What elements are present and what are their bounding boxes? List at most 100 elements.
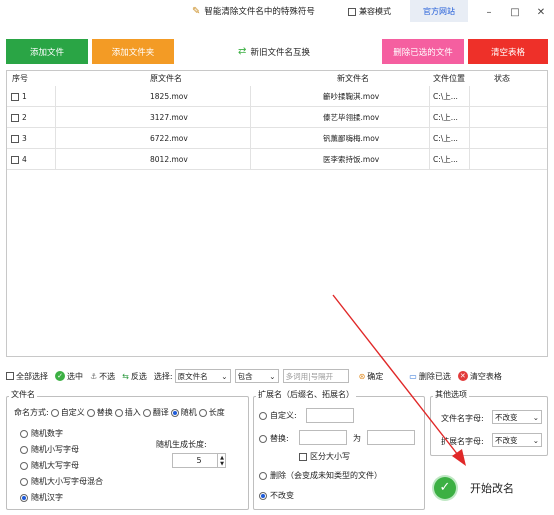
random-hanzi-label: 随机汉字: [31, 493, 63, 502]
row-checkbox[interactable]: [11, 155, 19, 164]
row-index: 4: [22, 155, 27, 164]
clear-table-toolbar-button[interactable]: ✕ 清空表格: [457, 371, 502, 382]
row-original-name: 8012.mov: [150, 155, 188, 164]
add-folder-button[interactable]: 添加文件夹: [92, 39, 174, 64]
delete-selected-files-button[interactable]: 删除已选的文件: [382, 39, 464, 64]
delete-selected-button[interactable]: ▭ 删除已选: [409, 371, 451, 382]
file-table: 序号 原文件名 新文件名 文件位置 状态 1 1825.mov 籪吵揉鞠淇.mo…: [6, 70, 548, 357]
official-site-link[interactable]: 官方网站: [410, 0, 468, 22]
ext-case-select[interactable]: 不改变 ⌄: [492, 433, 542, 447]
add-file-button[interactable]: 添加文件: [6, 39, 88, 64]
naming-mode-row: 命名方式: 自定义 替换 插入 翻译 随机 长度: [14, 407, 225, 418]
unselect-button[interactable]: ⚓ 不选: [90, 371, 115, 382]
maximize-button[interactable]: □: [502, 3, 528, 21]
start-check-icon: ✓: [434, 476, 456, 499]
clear-table-button[interactable]: 清空表格: [468, 39, 548, 64]
mode-radio-insert[interactable]: [114, 408, 123, 417]
case-sensitive-checkbox[interactable]: 区分大小写: [299, 451, 350, 462]
mode-radio-translate[interactable]: [142, 408, 151, 417]
invert-button[interactable]: ⇆ 反选: [122, 371, 147, 382]
mode-radio-replace[interactable]: [86, 408, 95, 417]
spin-down-icon[interactable]: ▼: [220, 461, 224, 467]
ext-unchanged-option[interactable]: 不改变: [259, 490, 294, 501]
ext-replace-to-label: 为: [353, 434, 361, 443]
name-case-select[interactable]: 不改变 ⌄: [492, 410, 542, 424]
row-location: C:\上...: [433, 155, 458, 164]
ext-replace-option[interactable]: 替换:: [259, 433, 289, 444]
row-location: C:\上...: [433, 92, 458, 101]
mode-radio-random[interactable]: [170, 408, 179, 417]
mode-radio-custom[interactable]: [50, 408, 59, 417]
random-option-hanzi[interactable]: 随机汉字: [20, 492, 63, 503]
random-digits-radio[interactable]: [20, 429, 28, 438]
delete-selected-label: 删除已选: [418, 371, 451, 381]
ext-delete-option[interactable]: 删除（会变成未知类型的文件）: [259, 470, 382, 481]
match-select[interactable]: 包含 ⌄: [234, 369, 279, 383]
ext-replace-radio[interactable]: [259, 434, 267, 443]
random-hanzi-radio[interactable]: [20, 493, 28, 502]
ext-custom-input[interactable]: [306, 408, 354, 423]
case-sensitive-box[interactable]: [299, 452, 307, 461]
random-option-digits[interactable]: 随机数字: [20, 428, 63, 439]
table-row[interactable]: 4 8012.mov 医李索持饭.mov C:\上...: [7, 149, 547, 170]
table-row[interactable]: 3 6722.mov 钒薰鄙嗨梅.mov C:\上...: [7, 128, 547, 149]
swap-names-label: 新旧文件名互换: [250, 47, 310, 58]
select-all-box[interactable]: [6, 372, 14, 380]
random-digits-label: 随机数字: [31, 429, 63, 438]
delete-icon: ▭: [409, 371, 417, 381]
unselect-label: 不选: [99, 371, 116, 381]
ext-replace-to-input[interactable]: [367, 430, 415, 445]
compat-label: 兼容模式: [359, 7, 391, 16]
swap-names-button[interactable]: ⇄ 新旧文件名互换: [228, 39, 320, 64]
minimize-button[interactable]: –: [476, 3, 502, 21]
row-checkbox[interactable]: [11, 92, 19, 101]
start-rename-button[interactable]: ✓ 开始改名: [430, 465, 548, 510]
ext-custom-radio[interactable]: [259, 411, 267, 420]
row-original-name: 3127.mov: [150, 113, 188, 122]
select-button[interactable]: ✓ 选中: [55, 371, 83, 382]
ext-custom-option[interactable]: 自定义:: [259, 410, 297, 421]
row-checkbox[interactable]: [11, 134, 19, 143]
ext-custom-label: 自定义:: [270, 411, 297, 420]
random-option-lower[interactable]: 随机小写字母: [20, 444, 79, 455]
clear-icon: ✕: [457, 371, 468, 381]
select-all-checkbox[interactable]: 全部选择: [6, 371, 48, 382]
compat-checkbox-box[interactable]: [348, 7, 356, 16]
anchor-icon: ⚓: [90, 371, 98, 381]
ext-unchanged-label: 不改变: [270, 491, 294, 500]
col-header-status[interactable]: 状态: [494, 71, 510, 86]
field-select[interactable]: 原文件名 ⌄: [174, 369, 231, 383]
col-header-new-name[interactable]: 新文件名: [337, 71, 369, 86]
row-new-name: 籪吵揉鞠淇.mov: [323, 92, 380, 101]
table-row[interactable]: 1 1825.mov 籪吵揉鞠淇.mov C:\上...: [7, 86, 547, 107]
keyword-input[interactable]: 多词用|号隔开: [282, 369, 349, 383]
chevron-down-icon: ⌄: [269, 371, 276, 381]
random-option-mixed[interactable]: 随机大小写字母混合: [20, 476, 103, 487]
ext-delete-radio[interactable]: [259, 471, 267, 480]
col-header-original-name[interactable]: 原文件名: [150, 71, 182, 86]
confirm-button[interactable]: ⊛ 确定: [359, 371, 384, 382]
compat-mode-checkbox[interactable]: 兼容模式: [348, 6, 391, 17]
ext-replace-from-input[interactable]: [299, 430, 347, 445]
ext-unchanged-radio[interactable]: [259, 491, 267, 500]
length-value: 5: [196, 456, 202, 465]
mode-radio-length[interactable]: [198, 408, 207, 417]
random-upper-radio[interactable]: [20, 461, 28, 470]
app-title: ✎ 智能清除文件名中的特殊符号: [192, 5, 315, 18]
row-new-name: 医李索持饭.mov: [323, 155, 380, 164]
random-lower-radio[interactable]: [20, 445, 28, 454]
col-header-index[interactable]: 序号: [12, 71, 28, 86]
length-spin-buttons[interactable]: ▲ ▼: [217, 453, 226, 468]
random-lower-label: 随机小写字母: [31, 445, 79, 454]
col-header-location[interactable]: 文件位置: [433, 71, 465, 86]
random-mixed-radio[interactable]: [20, 477, 28, 486]
ext-delete-label: 删除（会变成未知类型的文件）: [270, 471, 382, 480]
row-checkbox[interactable]: [11, 113, 19, 122]
random-upper-label: 随机大写字母: [31, 461, 79, 470]
confirm-label: 确定: [367, 371, 384, 381]
table-row[interactable]: 2 3127.mov 傣艺毕翎揉.mov C:\上...: [7, 107, 547, 128]
mode-random-label: 随机: [180, 408, 197, 417]
random-option-upper[interactable]: 随机大写字母: [20, 460, 79, 471]
close-button[interactable]: ✕: [528, 3, 554, 21]
invert-label: 反选: [130, 371, 147, 381]
